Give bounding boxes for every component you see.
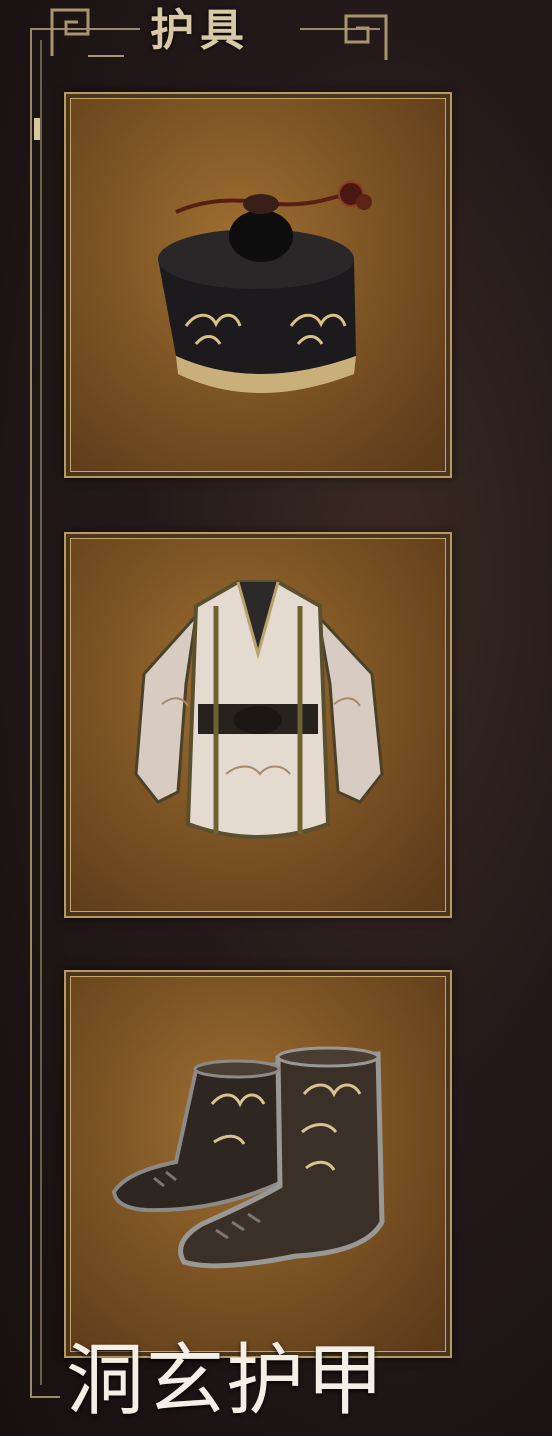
item-set-name: 洞玄护甲 bbox=[66, 1336, 387, 1426]
equipment-slot-boots[interactable] bbox=[64, 970, 452, 1358]
corner-fret-left bbox=[50, 8, 124, 57]
boots-icon bbox=[111, 1046, 385, 1269]
equipment-slot-robe[interactable] bbox=[64, 532, 452, 918]
panel-title: 护具 bbox=[150, 5, 250, 56]
corner-fret-right bbox=[344, 14, 388, 60]
robe-icon bbox=[134, 580, 384, 839]
equipment-slot-hat[interactable] bbox=[64, 92, 452, 478]
hat-icon bbox=[158, 181, 372, 393]
